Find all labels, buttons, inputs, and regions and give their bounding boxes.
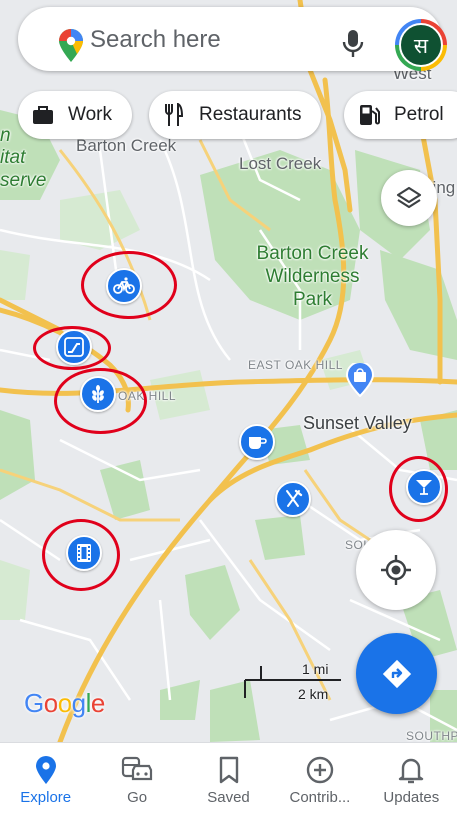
microphone-icon[interactable] [340, 29, 366, 64]
chip-work-label: Work [68, 104, 112, 125]
nav-saved-label: Saved [207, 789, 250, 806]
map-label-lost-creek: Lost Creek [239, 154, 322, 173]
chip-restaurants[interactable]: Restaurants [149, 91, 322, 139]
nav-contribute[interactable]: Contrib... [274, 743, 365, 820]
account-avatar[interactable]: स [395, 19, 447, 71]
shopping-bag-icon[interactable] [345, 361, 375, 402]
coffee-cup-icon [249, 437, 267, 449]
annotation-ring-cinema [42, 519, 120, 591]
map-label-edge-serve: serve [0, 170, 47, 191]
bell-icon [399, 758, 424, 784]
nav-updates-label: Updates [383, 789, 440, 806]
map-label-edge-itat: itat [0, 147, 26, 168]
nav-updates[interactable]: Updates [366, 743, 457, 820]
map-label-east-oak-hill: EAST OAK HILL [248, 358, 343, 372]
annotation-ring-bar [389, 456, 448, 522]
chip-work[interactable]: Work [18, 91, 132, 139]
nav-go[interactable]: Go [91, 743, 182, 820]
map-label-edge-n: n [0, 125, 11, 146]
map-label-barton-creek: Barton Creek [76, 136, 177, 155]
map-label-southp: SOUTHP [406, 729, 457, 742]
map-label-sunset-valley: Sunset Valley [303, 413, 412, 433]
crosshair-icon [381, 555, 411, 585]
search-input[interactable]: Search here [90, 26, 221, 54]
cafe-poi[interactable] [239, 424, 275, 460]
maps-logo-icon [58, 29, 84, 68]
bottom-navigation: Explore Go Saved Contrib... Updates [0, 742, 457, 820]
scale-km: 2 km [298, 686, 329, 702]
avatar-initial: स [399, 23, 443, 67]
annotation-ring-wheat [54, 368, 147, 434]
annotation-ring-escalator [33, 326, 111, 370]
map-label-wilderness-park: Barton Creek Wilderness Park [256, 243, 369, 310]
directions-icon [382, 659, 411, 688]
location-pin-icon [35, 756, 56, 784]
scale-miles: 1 mi [302, 661, 329, 677]
nav-saved[interactable]: Saved [183, 743, 274, 820]
search-bar[interactable]: Search here स [18, 7, 447, 71]
fork-knife-icon [286, 489, 303, 507]
nav-go-label: Go [127, 789, 148, 806]
annotation-ring-bike [81, 251, 177, 319]
layers-button[interactable] [381, 170, 437, 226]
car-transit-icon [122, 756, 153, 781]
fuel-pump-icon [360, 105, 380, 125]
chip-petrol[interactable]: Petrol [344, 91, 457, 139]
chip-petrol-label: Petrol [394, 104, 444, 125]
bookmark-icon [219, 756, 238, 784]
chip-restaurants-label: Restaurants [199, 104, 302, 125]
nav-explore-label: Explore [20, 789, 72, 806]
nav-explore[interactable]: Explore [0, 743, 91, 820]
google-logo: Google [24, 688, 105, 718]
fork-knife-icon [165, 103, 184, 126]
directions-button[interactable] [356, 633, 437, 714]
nav-contribute-label: Contrib... [289, 789, 351, 806]
briefcase-icon [33, 106, 53, 124]
restaurant-poi[interactable] [275, 481, 311, 517]
layers-icon [396, 186, 422, 209]
add-circle-icon [306, 756, 334, 784]
my-location-button[interactable] [356, 530, 436, 610]
